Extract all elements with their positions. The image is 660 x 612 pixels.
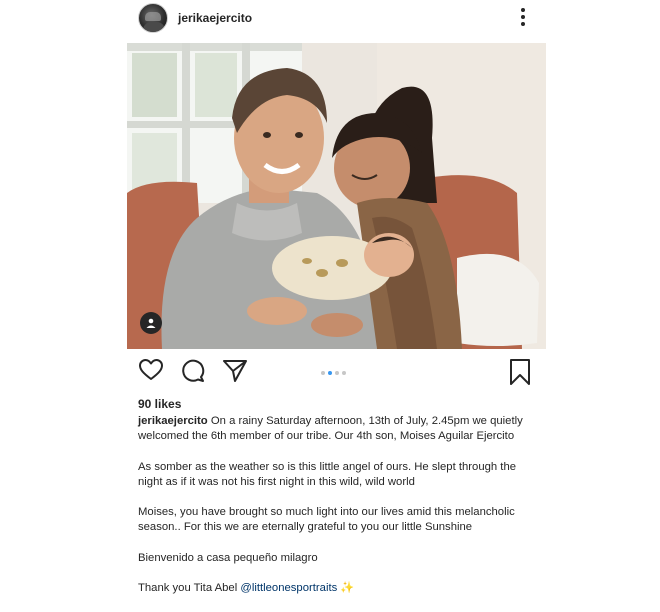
likes-count[interactable]: 90 likes [138,397,181,411]
caption-paragraph: Moises, you have brought so much light i… [138,506,515,534]
comment-icon[interactable] [180,358,206,384]
post-photo[interactable] [127,43,546,349]
thanks-text: Thank you Tita Abel [138,582,241,595]
photo-illustration [127,43,546,349]
sparkle-emoji: ✨ [340,582,355,595]
bookmark-icon[interactable] [508,358,532,386]
caption-paragraph: Bienvenido a casa pequeño milagro [138,551,318,564]
more-options-icon[interactable] [518,6,528,28]
post-username[interactable]: jerikaejercito [178,11,252,25]
post-header: jerikaejercito [138,0,528,36]
mention-link[interactable]: @littleonesportraits [240,582,337,594]
caption-paragraph: Thank you Tita Abel @littleonesportraits… [138,581,538,596]
caption-paragraph: As somber as the weather so is this litt… [138,460,517,488]
user-tag-icon[interactable] [140,312,162,334]
carousel-dot [335,371,339,375]
avatar[interactable] [138,3,168,33]
post-caption: jerikaejercito On a rainy Saturday after… [138,414,538,612]
heart-icon[interactable] [138,358,164,382]
carousel-indicator [321,371,346,375]
carousel-dot [321,371,325,375]
caption-paragraph: jerikaejercito On a rainy Saturday after… [138,414,538,444]
carousel-dot-active [328,371,332,375]
carousel-dot [342,371,346,375]
caption-username[interactable]: jerikaejercito [138,415,208,427]
share-icon[interactable] [222,358,248,384]
